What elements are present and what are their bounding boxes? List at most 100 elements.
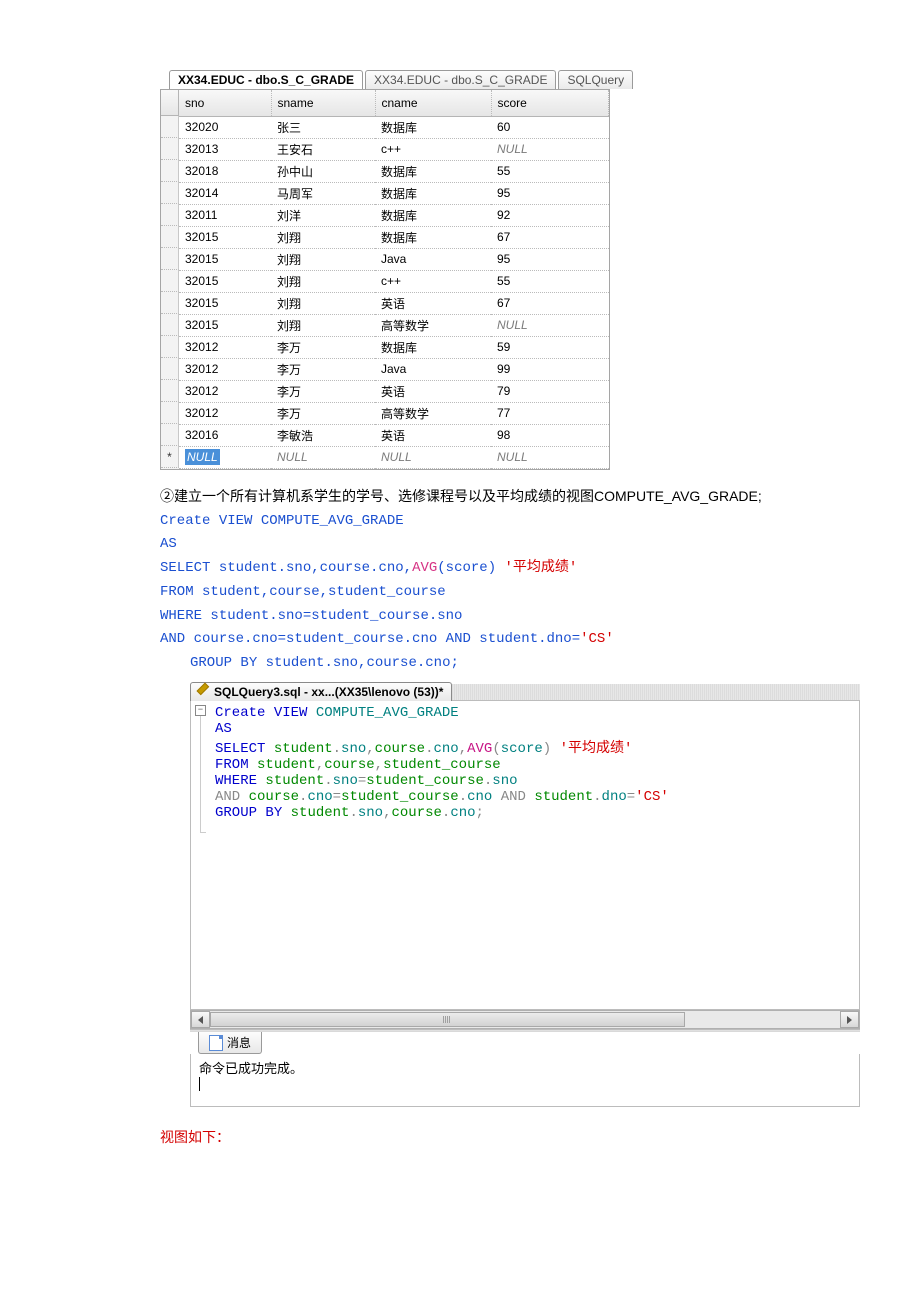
- table-cell[interactable]: 李万: [271, 402, 375, 424]
- table-cell[interactable]: 32014: [179, 182, 271, 204]
- table-cell[interactable]: 99: [491, 358, 609, 380]
- table-cell[interactable]: 67: [491, 226, 609, 248]
- table-cell[interactable]: NULL: [375, 446, 491, 468]
- row-header-cell[interactable]: [161, 160, 179, 182]
- row-header-cell[interactable]: [161, 380, 179, 402]
- table-cell[interactable]: 刘翔: [271, 314, 375, 336]
- table-cell[interactable]: 32012: [179, 402, 271, 424]
- table-row[interactable]: 32020张三数据库60: [179, 116, 609, 138]
- row-header-cell[interactable]: [161, 314, 179, 336]
- table-cell[interactable]: 张三: [271, 116, 375, 138]
- table-row[interactable]: 32018孙中山数据库55: [179, 160, 609, 182]
- tab-grade-1[interactable]: XX34.EDUC - dbo.S_C_GRADE: [169, 70, 363, 89]
- table-cell[interactable]: 刘洋: [271, 204, 375, 226]
- table-cell[interactable]: 92: [491, 204, 609, 226]
- table-row[interactable]: 32011刘洋数据库92: [179, 204, 609, 226]
- table-cell[interactable]: 刘翔: [271, 292, 375, 314]
- table-row[interactable]: 32015刘翔英语67: [179, 292, 609, 314]
- table-cell[interactable]: 高等数学: [375, 314, 491, 336]
- table-cell[interactable]: 32018: [179, 160, 271, 182]
- row-header-cell[interactable]: [161, 336, 179, 358]
- scroll-thumb[interactable]: [210, 1012, 685, 1027]
- table-cell[interactable]: NULL: [179, 446, 271, 468]
- table-cell[interactable]: 数据库: [375, 116, 491, 138]
- table-cell[interactable]: 32015: [179, 226, 271, 248]
- table-row[interactable]: 32012李万数据库59: [179, 336, 609, 358]
- tab-grade-2[interactable]: XX34.EDUC - dbo.S_C_GRADE: [365, 70, 556, 89]
- table-cell[interactable]: 数据库: [375, 160, 491, 182]
- table-cell[interactable]: 英语: [375, 380, 491, 402]
- table-cell[interactable]: 32012: [179, 380, 271, 402]
- table-cell[interactable]: 60: [491, 116, 609, 138]
- table-row[interactable]: 32014马周军数据库95: [179, 182, 609, 204]
- sql-editor[interactable]: − Create VIEW COMPUTE_AVG_GRADE AS SELEC…: [190, 701, 860, 1010]
- table-cell[interactable]: 98: [491, 424, 609, 446]
- table-cell[interactable]: 数据库: [375, 204, 491, 226]
- table-cell[interactable]: 王安石: [271, 138, 375, 160]
- row-header-cell[interactable]: [161, 424, 179, 446]
- editor-h-scrollbar[interactable]: [190, 1010, 860, 1029]
- table-cell[interactable]: 马周军: [271, 182, 375, 204]
- table-cell[interactable]: 32020: [179, 116, 271, 138]
- messages-tab[interactable]: 消息: [198, 1032, 262, 1054]
- table-cell[interactable]: 77: [491, 402, 609, 424]
- row-header-cell[interactable]: [161, 446, 179, 468]
- table-cell[interactable]: 刘翔: [271, 248, 375, 270]
- editor-tab[interactable]: SQLQuery3.sql - xx...(XX35\lenovo (53))*: [190, 682, 452, 701]
- row-header-cell[interactable]: [161, 226, 179, 248]
- row-header-cell[interactable]: [161, 292, 179, 314]
- table-cell[interactable]: 59: [491, 336, 609, 358]
- row-header-cell[interactable]: [161, 402, 179, 424]
- table-cell[interactable]: c++: [375, 138, 491, 160]
- table-cell[interactable]: 孙中山: [271, 160, 375, 182]
- row-header-cell[interactable]: [161, 248, 179, 270]
- row-header-cell[interactable]: [161, 138, 179, 160]
- table-cell[interactable]: 李万: [271, 380, 375, 402]
- row-header-cell[interactable]: [161, 116, 179, 138]
- table-row[interactable]: 32012李万英语79: [179, 380, 609, 402]
- table-cell[interactable]: Java: [375, 248, 491, 270]
- table-row[interactable]: 32015刘翔Java95: [179, 248, 609, 270]
- table-cell[interactable]: 55: [491, 160, 609, 182]
- col-cname[interactable]: cname: [375, 90, 491, 116]
- table-cell[interactable]: NULL: [491, 314, 609, 336]
- table-cell[interactable]: 32012: [179, 336, 271, 358]
- table-cell[interactable]: 刘翔: [271, 270, 375, 292]
- table-cell[interactable]: 李万: [271, 358, 375, 380]
- table-row[interactable]: 32015刘翔数据库67: [179, 226, 609, 248]
- table-cell[interactable]: c++: [375, 270, 491, 292]
- table-row[interactable]: 32013王安石c++NULL: [179, 138, 609, 160]
- table-cell[interactable]: 刘翔: [271, 226, 375, 248]
- col-sno[interactable]: sno: [179, 90, 271, 116]
- row-header-cell[interactable]: [161, 358, 179, 380]
- table-cell[interactable]: Java: [375, 358, 491, 380]
- scroll-track[interactable]: [210, 1011, 840, 1028]
- table-cell[interactable]: 32016: [179, 424, 271, 446]
- table-cell[interactable]: NULL: [491, 138, 609, 160]
- table-cell[interactable]: 32015: [179, 248, 271, 270]
- table-cell[interactable]: 英语: [375, 292, 491, 314]
- table-cell[interactable]: 数据库: [375, 226, 491, 248]
- table-row[interactable]: 32012李万高等数学77: [179, 402, 609, 424]
- row-header-cell[interactable]: [161, 204, 179, 226]
- table-cell[interactable]: 32015: [179, 292, 271, 314]
- row-header-cell[interactable]: [161, 182, 179, 204]
- table-cell[interactable]: 李敏浩: [271, 424, 375, 446]
- table-row[interactable]: NULLNULLNULLNULL: [179, 446, 609, 468]
- table-cell[interactable]: 95: [491, 182, 609, 204]
- scroll-right-button[interactable]: [840, 1011, 859, 1028]
- table-row[interactable]: 32015刘翔高等数学NULL: [179, 314, 609, 336]
- table-cell[interactable]: 数据库: [375, 336, 491, 358]
- table-cell[interactable]: 95: [491, 248, 609, 270]
- col-sname[interactable]: sname: [271, 90, 375, 116]
- scroll-left-button[interactable]: [191, 1011, 210, 1028]
- row-header-cell[interactable]: [161, 270, 179, 292]
- table-row[interactable]: 32016李敏浩英语98: [179, 424, 609, 446]
- table-cell[interactable]: 英语: [375, 424, 491, 446]
- table-row[interactable]: 32015刘翔c++55: [179, 270, 609, 292]
- table-cell[interactable]: 32012: [179, 358, 271, 380]
- tab-sqlquery[interactable]: SQLQuery: [558, 70, 633, 89]
- table-cell[interactable]: 32011: [179, 204, 271, 226]
- table-cell[interactable]: 高等数学: [375, 402, 491, 424]
- table-cell[interactable]: 李万: [271, 336, 375, 358]
